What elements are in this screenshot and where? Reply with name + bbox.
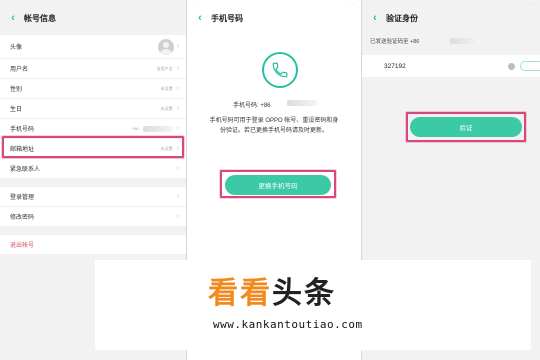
blurred-phone-value <box>142 125 173 132</box>
chevron-right-icon: › <box>176 85 179 92</box>
watermark-banner: 看看头条 www.kankantoutiao.com <box>95 260 531 350</box>
row-gender[interactable]: 性别 未设置 › <box>0 79 186 99</box>
avatar <box>157 38 174 55</box>
logo-text-part1: 看看 <box>208 277 272 310</box>
page-title: 验证身份 <box>386 13 418 23</box>
row-label: 紧急联系人 <box>10 167 41 173</box>
chevron-right-icon: › <box>176 65 179 72</box>
clear-icon[interactable] <box>508 63 515 70</box>
status-bar: · · · <box>10 1 178 8</box>
row-avatar[interactable]: 头像 › <box>0 35 186 59</box>
back-arrow-icon[interactable]: ‹ <box>195 12 205 24</box>
resend-button[interactable] <box>520 61 540 71</box>
watermark-url: www.kankantoutiao.com <box>213 318 363 331</box>
row-email[interactable]: 邮箱地址 未设置 › <box>0 139 186 159</box>
row-phone-number[interactable]: 手机号码 +86 › <box>0 119 186 139</box>
no-code-link[interactable]: · · · · <box>516 80 524 84</box>
row-label: 性别 <box>10 87 23 93</box>
title-bar: ‹ 手机号码 <box>187 9 361 27</box>
back-arrow-icon[interactable]: ‹ <box>8 12 18 24</box>
row-label: 头像 <box>10 45 23 51</box>
page-title: 帐号信息 <box>24 13 56 23</box>
row-change-password[interactable]: 修改密码 › <box>0 207 186 227</box>
back-arrow-icon[interactable]: ‹ <box>370 12 380 24</box>
status-bar: · · · <box>372 1 532 8</box>
change-phone-button[interactable]: 更换手机号码 <box>225 175 331 195</box>
chevron-right-icon: › <box>176 193 179 200</box>
watermark-logo: 看看头条 <box>208 268 336 312</box>
blurred-phone-value <box>287 100 317 106</box>
account-fields-group: 头像 › 用户名 该用户名 › 性别 未设置 › 生日 未设置 › 手机号码 +… <box>0 35 186 179</box>
logo-text-part2: 头条 <box>272 277 336 310</box>
chevron-right-icon: › <box>176 105 179 112</box>
row-login-management[interactable]: 登录管理 › <box>0 187 186 207</box>
row-label: 手机号码 <box>10 127 35 133</box>
row-value: 未设置 <box>160 145 173 151</box>
row-label: 生日 <box>10 107 23 113</box>
row-emergency-contact[interactable]: 紧急联系人 › <box>0 159 186 179</box>
row-value: 该用户名 <box>156 65 173 71</box>
code-sent-hint: 已发送验证码至 +86 <box>370 39 420 45</box>
row-label: 登录管理 <box>10 195 35 201</box>
security-group: 登录管理 › 修改密码 › <box>0 187 186 227</box>
page-title: 手机号码 <box>211 13 243 23</box>
blurred-phone-value <box>450 38 480 44</box>
row-label: 修改密码 <box>10 215 35 221</box>
verification-code-value: 327192 <box>384 62 406 70</box>
logout-group: 退出帐号 <box>0 235 186 255</box>
phone-icon <box>262 52 298 88</box>
verification-code-input[interactable]: 327192 <box>362 55 540 77</box>
logout-label: 退出帐号 <box>10 243 35 249</box>
row-label: 邮箱地址 <box>10 147 35 153</box>
chevron-right-icon: › <box>176 125 179 132</box>
phone-description: 手机号码可用于登录 OPPO 帐号、重设密码和身份验证。若已更换手机号码请及时更… <box>209 118 339 134</box>
status-bar: · · · <box>197 1 353 8</box>
row-value: 未设置 <box>160 105 173 111</box>
phone-number-label: 手机号码: +86 <box>233 103 271 109</box>
chevron-right-icon: › <box>176 213 179 220</box>
chevron-right-icon: › <box>176 145 179 152</box>
title-bar: ‹ 帐号信息 <box>0 9 186 27</box>
logout-button[interactable]: 退出帐号 <box>0 235 186 255</box>
row-username[interactable]: 用户名 该用户名 › <box>0 59 186 79</box>
row-label: 用户名 <box>10 67 29 73</box>
verify-button[interactable]: 验证 <box>410 117 522 137</box>
chevron-right-icon: › <box>176 43 179 50</box>
title-bar: ‹ 验证身份 <box>362 9 540 27</box>
row-value: +86 <box>131 126 139 131</box>
row-value: 未设置 <box>160 85 173 91</box>
row-birthday[interactable]: 生日 未设置 › <box>0 99 186 119</box>
chevron-right-icon: › <box>176 165 179 172</box>
